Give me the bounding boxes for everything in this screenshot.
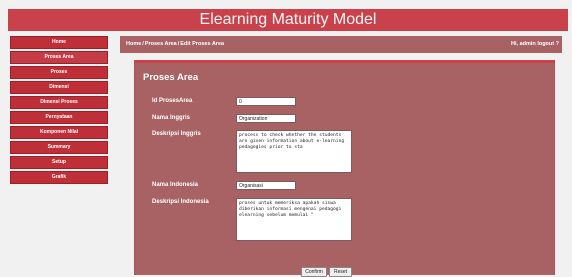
breadcrumb: Home/Proses Area/Edit Proses Area Hi, ad… [120,36,562,53]
nama-indonesia-label: Nama Indonesia [152,182,199,188]
reset-button[interactable]: Reset [329,267,352,277]
user-greeting: Hi, admin [511,41,536,47]
sidebar-item-home[interactable]: Home [10,36,108,49]
sidebar-item-proses-area[interactable]: Proses Area [10,51,108,64]
sidebar-item-dimensi[interactable]: Dimensi [10,81,108,94]
sidebar-item-proses[interactable]: Proses [10,66,108,79]
breadcrumb-trail: Home/Proses Area/Edit Proses Area [126,36,224,53]
sidebar-item-komponen-nilai[interactable]: Komponen Nilai [10,126,108,139]
deskripsi-inggris-label: Deskripsi Inggris [152,131,201,137]
breadcrumb-separator: / [142,41,144,47]
sidebar-item-setup[interactable]: Setup [10,156,108,169]
id-prosesarea-label: Id ProsesArea [152,98,193,104]
sidebar-item-summary[interactable]: Summary [10,141,108,154]
app-title-banner: Elearning Maturity Model [8,9,568,31]
deskripsi-inggris-textarea[interactable]: process to check whether the students ar… [236,130,352,173]
breadcrumb-home-link[interactable]: Home [126,41,141,47]
deskripsi-indonesia-label: Deskripsi Indonesia [152,199,209,205]
sidebar-item-pernyataan[interactable]: Pernyataan [10,111,108,124]
nama-indonesia-input[interactable] [236,181,296,190]
user-area: Hi, admin logout ? [511,36,559,53]
edit-form-panel: Proses Area Id ProsesArea Nama Inggris D… [134,60,555,277]
confirm-button[interactable]: Confirm [301,267,327,277]
nama-inggris-input[interactable] [236,114,296,123]
sidebar-item-grafik[interactable]: Grafik [10,171,108,184]
logout-link[interactable]: logout ? [537,41,559,47]
id-prosesarea-input[interactable] [236,97,296,106]
sidebar-item-dimensi-proses[interactable]: Dimensi Proses [10,96,108,109]
breadcrumb-current: Edit Proses Area [180,41,225,47]
sidebar-menu: Home Proses Area Proses Dimensi Dimensi … [10,36,108,186]
page-title: Proses Area [143,72,199,83]
deskripsi-indonesia-textarea[interactable]: proses untuk memeriksa apakah siswa dibe… [236,198,352,241]
nama-inggris-label: Nama Inggris [152,115,191,121]
breadcrumb-proses-area-link[interactable]: Proses Area [145,41,177,47]
